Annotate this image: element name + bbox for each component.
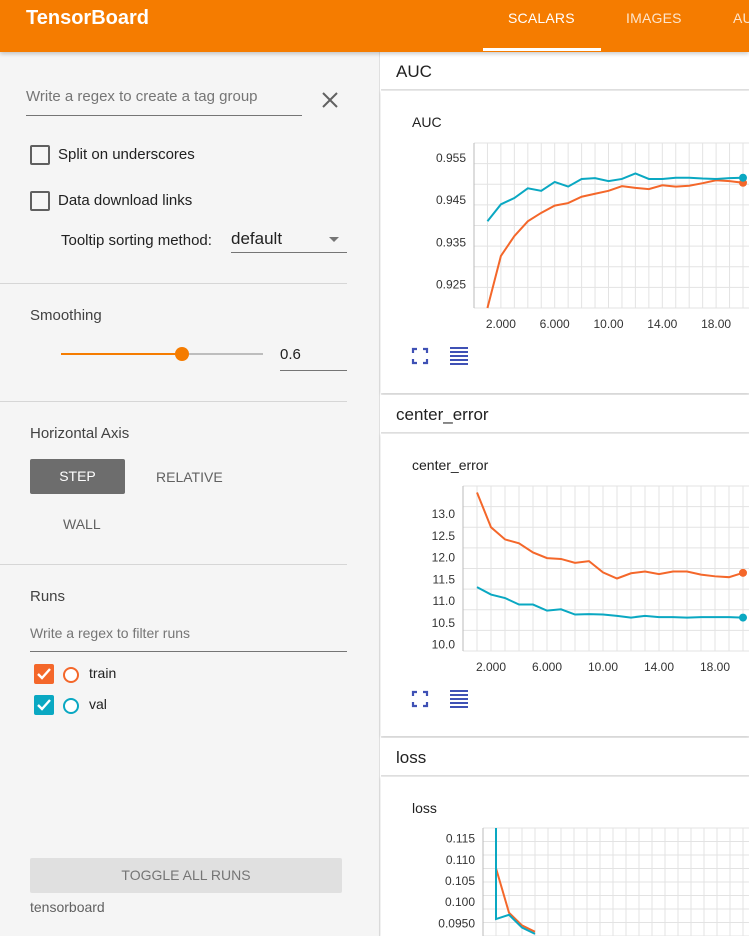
- x-tick-label: 18.00: [700, 660, 730, 674]
- series-line-val: [486, 172, 744, 222]
- chart-card-loss: loss 0.0950 0.100 0.105 0.110 0.115: [381, 777, 749, 936]
- y-tick-label: 13.0: [432, 507, 456, 521]
- run-color-ring-train[interactable]: [63, 667, 79, 683]
- y-tick-label: 11.0: [433, 594, 456, 608]
- y-tick-label: 12.0: [432, 551, 456, 565]
- chart-card-center-error: center_error 10.0 10.5 11.0 11.5 12.0 12.5 13.…: [381, 434, 749, 736]
- y-tick-label: 0.115: [446, 832, 475, 846]
- data-table-icon[interactable]: [448, 345, 470, 367]
- data-table-icon[interactable]: [448, 688, 470, 710]
- series-end-point-train: [739, 568, 747, 577]
- x-tick-label: 2.000: [476, 660, 506, 674]
- chevron-down-icon: [329, 237, 339, 242]
- x-tick-label: 10.00: [588, 660, 618, 674]
- tag-regex-input[interactable]: Write a regex to create a tag group: [26, 80, 302, 116]
- y-tick-label: 12.5: [432, 529, 456, 543]
- run-checkbox-val[interactable]: [34, 695, 54, 715]
- y-tick-label: 0.100: [445, 895, 475, 909]
- chart-auc[interactable]: 0.925 0.935 0.945 0.955 2.000 6.000 10.00 14.00…: [381, 91, 749, 351]
- x-tick-label: 14.00: [644, 660, 674, 674]
- x-tick-label: 10.00: [593, 317, 623, 331]
- app-header: TensorBoard SCALARS IMAGES AU: [0, 0, 749, 52]
- y-tick-label: 0.935: [436, 235, 466, 249]
- smoothing-title: Smoothing: [30, 307, 102, 324]
- y-tick-label: 10.5: [432, 616, 456, 630]
- series-end-point-val: [739, 613, 747, 622]
- group-title: loss: [396, 748, 427, 767]
- horizontal-axis-title: Horizontal Axis: [30, 425, 130, 442]
- series-line-train: [476, 492, 744, 580]
- series-end-point-val: [739, 173, 747, 182]
- fullscreen-icon[interactable]: [409, 345, 431, 367]
- axis-relative-button[interactable]: RELATIVE: [156, 469, 223, 485]
- group-header-auc[interactable]: AUC: [381, 52, 749, 90]
- app-logo[interactable]: TensorBoard: [26, 7, 149, 30]
- y-tick-label: 0.0950: [438, 916, 475, 930]
- runs-title: Runs: [30, 588, 66, 605]
- run-label-val: val: [89, 696, 107, 712]
- toggle-all-runs-button[interactable]: TOGGLE ALL RUNS: [30, 858, 342, 893]
- chart-loss[interactable]: 0.0950 0.100 0.105 0.110 0.115: [381, 777, 749, 936]
- run-checkbox-train[interactable]: [34, 664, 54, 684]
- axis-wall-button[interactable]: WALL: [63, 516, 101, 532]
- run-label-train: train: [89, 665, 117, 681]
- group-header-loss[interactable]: loss: [381, 738, 749, 776]
- data-download-label: Data download links: [58, 192, 193, 209]
- tab-images[interactable]: IMAGES: [626, 10, 682, 26]
- split-underscores-label: Split on underscores: [58, 146, 195, 163]
- chart-center-error[interactable]: 10.0 10.5 11.0 11.5 12.0 12.5 13.0 2.000 6.000 10…: [381, 434, 749, 694]
- active-tab-indicator: [483, 48, 601, 51]
- y-tick-label: 11.5: [433, 572, 456, 586]
- group-title: AUC: [396, 62, 432, 81]
- tab-scalars[interactable]: SCALARS: [508, 10, 575, 26]
- runs-filter-input[interactable]: Write a regex to filter runs: [30, 619, 347, 652]
- x-tick-label: 6.000: [532, 660, 562, 674]
- y-tick-label: 0.110: [446, 853, 475, 867]
- split-underscores-checkbox[interactable]: [30, 145, 50, 165]
- section-divider: [0, 283, 347, 284]
- y-tick-label: 0.955: [436, 151, 466, 165]
- chart-card-auc: AUC 0.925 0.935 0.945 0.955 2.000 6.000 10.00 1…: [381, 91, 749, 393]
- smoothing-slider[interactable]: [61, 347, 263, 361]
- data-download-checkbox[interactable]: [30, 191, 50, 211]
- logdir-label: tensorboard: [30, 899, 105, 915]
- tooltip-sorting-value: default: [231, 229, 283, 248]
- x-tick-label: 18.00: [701, 317, 731, 331]
- series-line-val: [476, 586, 744, 619]
- close-icon[interactable]: [318, 88, 342, 112]
- smoothing-slider-handle[interactable]: [175, 347, 190, 361]
- y-tick-label: 0.105: [445, 874, 475, 888]
- main-content: AUC AUC 0.925 0.935 0.945 0.955 2.000 6.000 10…: [381, 52, 749, 936]
- sidebar: Write a regex to create a tag group Spli…: [0, 52, 380, 936]
- section-divider: [0, 564, 347, 565]
- series-line-train: [486, 179, 744, 309]
- y-tick-label: 0.945: [436, 193, 466, 207]
- smoothing-slider-fill: [61, 353, 183, 355]
- smoothing-value-input[interactable]: 0.6: [280, 346, 347, 371]
- fullscreen-icon[interactable]: [409, 688, 431, 710]
- tab-au[interactable]: AU: [733, 10, 749, 26]
- y-tick-label: 0.925: [436, 278, 466, 292]
- group-header-center-error[interactable]: center_error: [381, 395, 749, 433]
- section-divider: [0, 401, 347, 402]
- x-tick-label: 14.00: [647, 317, 677, 331]
- run-color-ring-val[interactable]: [63, 698, 79, 714]
- group-title: center_error: [396, 405, 489, 424]
- x-tick-label: 6.000: [540, 317, 570, 331]
- tooltip-sorting-label: Tooltip sorting method:: [61, 232, 212, 249]
- tooltip-sorting-select[interactable]: default: [231, 227, 347, 253]
- x-tick-label: 2.000: [486, 317, 516, 331]
- y-tick-label: 10.0: [432, 637, 456, 651]
- axis-step-button[interactable]: STEP: [30, 459, 125, 494]
